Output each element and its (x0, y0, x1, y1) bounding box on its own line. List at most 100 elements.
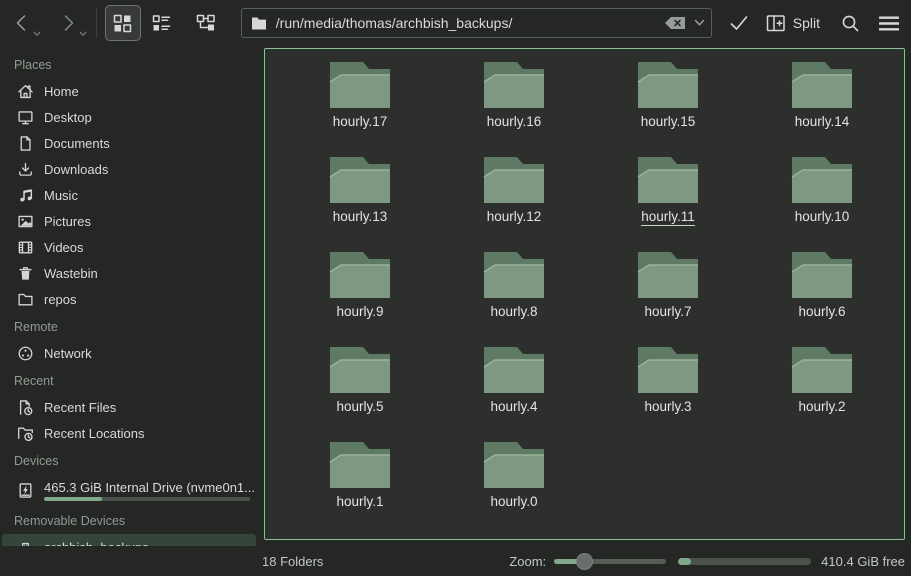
recent-files-icon (16, 398, 34, 416)
network-icon (16, 344, 34, 362)
folder-icon (483, 61, 545, 109)
sidebar-item-music[interactable]: Music (2, 182, 256, 208)
folder-icon (483, 156, 545, 204)
split-view-icon (766, 14, 786, 33)
zoom-label: Zoom: (509, 554, 546, 569)
menu-button[interactable] (878, 15, 900, 32)
toolbar: /run/media/thomas/archbish_backups/ Spli… (0, 0, 911, 46)
folder-label: hourly.6 (798, 304, 845, 320)
status-bar: 18 Folders Zoom: 410.4 GiB free (0, 546, 911, 576)
folder-item-hourly-8[interactable]: hourly.8 (439, 249, 589, 344)
folder-item-hourly-15[interactable]: hourly.15 (593, 59, 743, 154)
desktop-icon (16, 108, 34, 126)
folder-icon (637, 346, 699, 394)
folder-item-hourly-4[interactable]: hourly.4 (439, 344, 589, 439)
folder-label: hourly.0 (490, 494, 537, 510)
folder-view[interactable]: hourly.17 hourly.16 hourly.15 hourly.14 hour… (264, 48, 905, 540)
folder-label: hourly.11 (641, 209, 695, 226)
folder-icon (791, 156, 853, 204)
icons-view-icon (113, 14, 132, 33)
location-path: /run/media/thomas/archbish_backups/ (276, 15, 664, 31)
toolbar-separator (96, 8, 97, 38)
folder-label: hourly.9 (336, 304, 383, 320)
folder-item-hourly-1[interactable]: hourly.1 (285, 439, 435, 534)
location-bar[interactable]: /run/media/thomas/archbish_backups/ (241, 8, 712, 38)
sidebar-item-downloads[interactable]: Downloads (2, 156, 256, 182)
sidebar-item-archbish-backups[interactable]: archbish_backups (2, 534, 256, 546)
places-panel: PlacesHomeDesktopDocumentsDownloadsMusic… (0, 46, 258, 546)
location-dropdown-icon[interactable] (694, 19, 705, 27)
search-icon (840, 13, 861, 34)
internal-drive-icon (16, 481, 34, 499)
sidebar-item-network[interactable]: Network (2, 340, 256, 366)
folder-label: hourly.10 (795, 209, 850, 225)
folder-label: hourly.15 (641, 114, 696, 130)
folder-item-hourly-6[interactable]: hourly.6 (747, 249, 897, 344)
folder-item-hourly-0[interactable]: hourly.0 (439, 439, 589, 534)
folder-label: hourly.4 (490, 399, 537, 415)
sidebar-item-recent-locations[interactable]: Recent Locations (2, 420, 256, 446)
folder-label: hourly.12 (487, 209, 542, 225)
folder-item-hourly-9[interactable]: hourly.9 (285, 249, 435, 344)
folder-item-hourly-7[interactable]: hourly.7 (593, 249, 743, 344)
folder-label: hourly.7 (644, 304, 691, 320)
folder-item-hourly-5[interactable]: hourly.5 (285, 344, 435, 439)
folder-item-hourly-14[interactable]: hourly.14 (747, 59, 897, 154)
folder-item-hourly-10[interactable]: hourly.10 (747, 154, 897, 249)
file-manager-window: /run/media/thomas/archbish_backups/ Spli… (0, 0, 911, 576)
sidebar-item-label: Network (44, 346, 250, 361)
zoom-slider[interactable] (554, 552, 666, 570)
wastebin-icon (16, 264, 34, 282)
sidebar-item-label: 465.3 GiB Internal Drive (nvme0n1... (44, 480, 250, 495)
folder-icon (791, 251, 853, 299)
sidebar-item-repos[interactable]: repos (2, 286, 256, 312)
folder-item-hourly-12[interactable]: hourly.12 (439, 154, 589, 249)
folder-icon (483, 346, 545, 394)
sidebar-item-label: Wastebin (44, 266, 250, 281)
chevron-down-icon (79, 31, 87, 37)
sidebar-item-label: Home (44, 84, 250, 99)
folder-icon (329, 156, 391, 204)
split-button[interactable]: Split (766, 14, 820, 33)
tree-view-icon (196, 14, 216, 33)
sidebar-item-desktop[interactable]: Desktop (2, 104, 256, 130)
zoom-slider-handle[interactable] (576, 553, 593, 570)
sidebar-item-wastebin[interactable]: Wastebin (2, 260, 256, 286)
details-view-button[interactable] (145, 6, 179, 40)
folder-icon (329, 61, 391, 109)
sidebar-item-videos[interactable]: Videos (2, 234, 256, 260)
folder-item-hourly-11[interactable]: hourly.11 (593, 154, 743, 249)
folder-item-hourly-3[interactable]: hourly.3 (593, 344, 743, 439)
sidebar-item-recent-files[interactable]: Recent Files (2, 394, 256, 420)
folder-icon (637, 156, 699, 204)
folder-item-hourly-17[interactable]: hourly.17 (285, 59, 435, 154)
folder-item-hourly-2[interactable]: hourly.2 (747, 344, 897, 439)
folder-icon (791, 61, 853, 109)
folder-icon (251, 16, 267, 31)
search-button[interactable] (840, 13, 861, 34)
folder-icon (483, 441, 545, 489)
forward-button[interactable] (56, 11, 80, 35)
folder-icon (637, 251, 699, 299)
accept-location-button[interactable] (728, 13, 750, 33)
sidebar-item-465-3-gib-internal-drive-nvme0n1[interactable]: 465.3 GiB Internal Drive (nvme0n1... (2, 474, 256, 506)
sidebar-section-label: Devices (0, 446, 258, 474)
zoom-slider-track[interactable] (554, 559, 666, 564)
videos-icon (16, 238, 34, 256)
folder-label: hourly.17 (333, 114, 388, 130)
sidebar-item-home[interactable]: Home (2, 78, 256, 104)
sidebar-item-label: Music (44, 188, 250, 203)
downloads-icon (16, 160, 34, 178)
folder-item-hourly-16[interactable]: hourly.16 (439, 59, 589, 154)
sidebar-item-documents[interactable]: Documents (2, 130, 256, 156)
sidebar-section-label: Remote (0, 312, 258, 340)
device-usage-bar (44, 497, 250, 501)
sidebar-item-label: repos (44, 292, 250, 307)
sidebar-item-pictures[interactable]: Pictures (2, 208, 256, 234)
clear-location-icon[interactable] (664, 15, 686, 31)
icons-view-button[interactable] (105, 5, 141, 41)
tree-view-button[interactable] (189, 6, 223, 40)
folder-item-hourly-13[interactable]: hourly.13 (285, 154, 435, 249)
back-button[interactable] (10, 11, 34, 35)
sidebar-item-label: Pictures (44, 214, 250, 229)
